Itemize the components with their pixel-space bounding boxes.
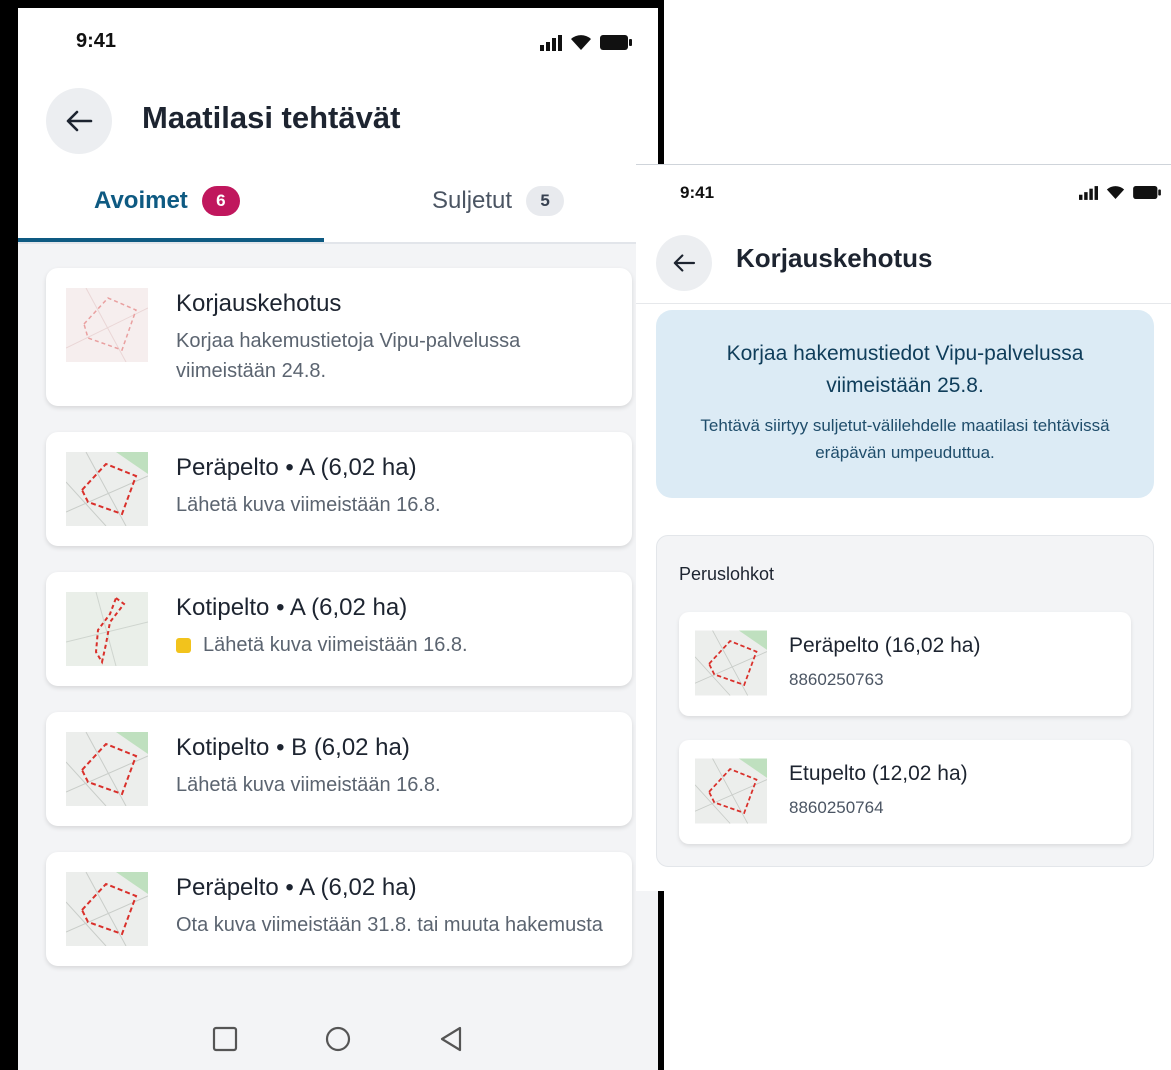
field-map-thumbnail	[66, 592, 148, 666]
wifi-icon	[1106, 186, 1125, 199]
back-button[interactable]	[46, 88, 112, 154]
status-bar: 9:41	[18, 8, 658, 70]
task-subtitle: Lähetä kuva viimeistään 16.8.	[176, 770, 612, 800]
tab-open-label: Avoimet	[94, 187, 188, 214]
screen-correction-request: 9:41 Korjauskehotus Korjaa hakemustiedot…	[636, 164, 1171, 891]
app-bar: Korjauskehotus	[636, 217, 1171, 304]
task-title: Kotipelto • A (6,02 ha)	[176, 594, 408, 621]
task-subtitle-text: Ota kuva viimeistään 31.8. tai muuta hak…	[176, 914, 603, 936]
plot-id: 8860250764	[789, 798, 884, 817]
task-title: Kotipelto • B (6,02 ha)	[176, 734, 410, 761]
plot-id: 8860250763	[789, 670, 884, 689]
closed-count-badge: 5	[526, 186, 565, 216]
task-subtitle-text: Lähetä kuva viimeistään 16.8.	[203, 634, 468, 656]
plot-card[interactable]: Etupelto (12,02 ha) 8860250764	[679, 740, 1131, 844]
status-time: 9:41	[680, 183, 715, 202]
task-subtitle: Ota kuva viimeistään 31.8. tai muuta hak…	[176, 910, 612, 940]
task-subtitle-text: Korjaa hakemustietoja Vipu-palvelussa vi…	[176, 330, 521, 382]
task-subtitle: Korjaa hakemustietoja Vipu-palvelussa vi…	[176, 326, 612, 386]
tab-open[interactable]: Avoimet 6	[94, 186, 240, 216]
task-list: Korjauskehotus Korjaa hakemustietoja Vip…	[46, 268, 632, 992]
task-subtitle-text: Lähetä kuva viimeistään 16.8.	[176, 774, 441, 796]
task-card[interactable]: Kotipelto • B (6,02 ha) Lähetä kuva viim…	[46, 712, 632, 826]
task-subtitle: Lähetä kuva viimeistään 16.8.	[176, 630, 612, 660]
nav-circle-icon[interactable]	[324, 1025, 352, 1053]
battery-icon	[600, 35, 632, 50]
status-icons	[1079, 185, 1161, 200]
field-map-thumbnail	[66, 872, 148, 946]
tab-closed-label: Suljetut	[432, 187, 513, 214]
plots-section-label: Peruslohkot	[679, 564, 775, 584]
nav-square-icon[interactable]	[212, 1026, 238, 1052]
signal-icon	[1079, 185, 1098, 200]
field-map-thumbnail	[695, 758, 767, 824]
task-card[interactable]: Peräpelto • A (6,02 ha) Lähetä kuva viim…	[46, 432, 632, 546]
back-arrow-icon	[673, 254, 696, 272]
task-title: Peräpelto • A (6,02 ha)	[176, 874, 417, 901]
tab-closed[interactable]: Suljetut 5	[432, 186, 565, 216]
plot-name: Peräpelto (16,02 ha)	[789, 634, 981, 657]
plot-name: Etupelto (12,02 ha)	[789, 762, 968, 785]
phone-frame-task-list: 9:41 Maatilasi tehtävät Avoimet 6 Suljet…	[0, 0, 664, 1070]
signal-icon	[540, 34, 562, 51]
app-bar: Maatilasi tehtävät	[18, 70, 658, 172]
status-time: 9:41	[76, 30, 117, 52]
task-title: Peräpelto • A (6,02 ha)	[176, 454, 417, 481]
screen-task-list: 9:41 Maatilasi tehtävät Avoimet 6 Suljet…	[18, 8, 658, 1070]
nav-back-triangle-icon[interactable]	[438, 1025, 464, 1053]
page-title: Maatilasi tehtävät	[142, 100, 401, 135]
plot-card[interactable]: Peräpelto (16,02 ha) 8860250763	[679, 612, 1131, 716]
open-count-badge: 6	[201, 186, 240, 216]
field-map-thumbnail	[66, 452, 148, 526]
back-button[interactable]	[656, 235, 712, 291]
plots-section: Peruslohkot Peräpelto (16,02 ha) 8860250…	[656, 535, 1154, 867]
page-title: Korjauskehotus	[736, 243, 933, 273]
task-card[interactable]: Korjauskehotus Korjaa hakemustietoja Vip…	[46, 268, 632, 406]
info-text: Tehtävä siirtyy suljetut-välilehdelle ma…	[700, 416, 1110, 462]
active-tab-indicator	[18, 238, 324, 242]
task-subtitle-text: Lähetä kuva viimeistään 16.8.	[176, 494, 441, 516]
field-map-thumbnail	[695, 630, 767, 696]
task-title: Korjauskehotus	[176, 290, 342, 317]
tab-bar: Avoimet 6 Suljetut 5	[18, 172, 658, 244]
wifi-icon	[571, 35, 591, 50]
warning-indicator	[176, 638, 191, 653]
battery-icon	[1133, 186, 1161, 199]
field-map-thumbnail	[66, 732, 148, 806]
status-icons	[540, 34, 632, 51]
info-title: Korjaa hakemustiedot Vipu-palvelussa vii…	[726, 342, 1084, 397]
back-arrow-icon	[66, 110, 93, 132]
task-card[interactable]: Peräpelto • A (6,02 ha) Ota kuva viimeis…	[46, 852, 632, 966]
task-card[interactable]: Kotipelto • A (6,02 ha) Lähetä kuva viim…	[46, 572, 632, 686]
task-subtitle: Lähetä kuva viimeistään 16.8.	[176, 490, 612, 520]
field-map-thumbnail	[66, 288, 148, 362]
info-banner: Korjaa hakemustiedot Vipu-palvelussa vii…	[656, 310, 1154, 498]
system-nav-bar	[18, 1008, 658, 1070]
